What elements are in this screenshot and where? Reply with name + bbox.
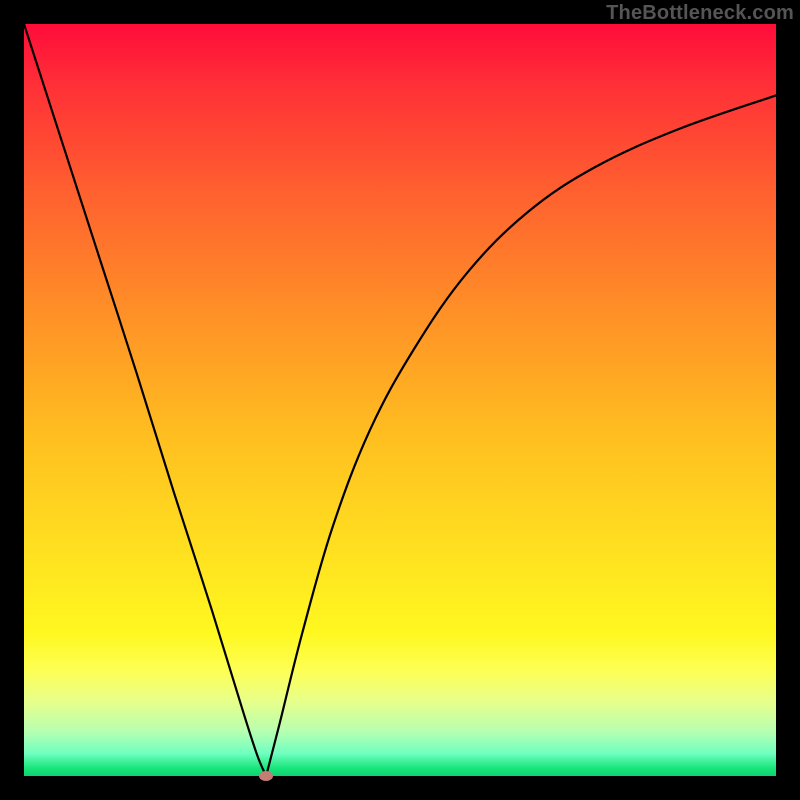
bottleneck-curve	[24, 24, 776, 776]
plot-area	[24, 24, 776, 776]
chart-frame: TheBottleneck.com	[0, 0, 800, 800]
watermark-text: TheBottleneck.com	[606, 2, 794, 25]
minimum-marker	[259, 771, 273, 781]
curve-left-branch	[24, 24, 266, 776]
curve-right-branch	[266, 95, 776, 776]
